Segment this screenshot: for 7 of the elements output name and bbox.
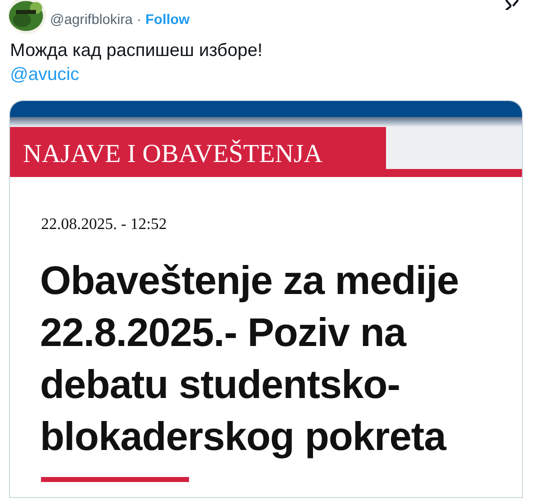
post-date: 22.08.2025. - 12:52 <box>41 215 168 235</box>
headline: Obaveštenje za medije 22.8.2025.- Poziv na debatu studentsko-blokaderskog pokreta <box>40 258 460 461</box>
user-handle[interactable]: @agrifblokira <box>50 9 133 30</box>
section-banner: NAJAVE I OBAVEŠTENJA <box>10 127 386 177</box>
separator: · <box>136 10 142 29</box>
tweet-text: Можда кад распишеш изборе! <box>10 39 264 62</box>
card-background[interactable]: NAJAVE I OBAVEŠTENJA 22.08.2025. - 12:52 Obaveštenje za medije 22.8.2025.- Poziv na debatu studentsko-blokaderskog pokreta <box>9 100 523 498</box>
